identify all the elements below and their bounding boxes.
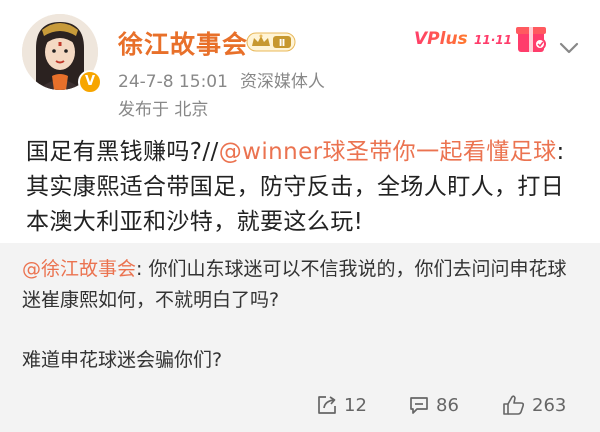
chevron-down-icon (559, 42, 579, 54)
comment-button[interactable]: 86 (408, 392, 459, 418)
reposted-line-2: 难道申花球迷会骗你们? (22, 349, 223, 371)
user-tag: 资深媒体人 (239, 72, 325, 92)
comment-count: 86 (436, 394, 459, 416)
post-header: V 徐江故事会 Ⅱ 24-7-8 15:01 资深媒体人 发布于 北京 VPlus… (0, 0, 600, 125)
level-text: Ⅱ (279, 38, 286, 49)
post-content: 国足有黑钱赚吗?//@winner球圣带你一起看懂足球:其实康熙适合带国足，防守… (26, 135, 586, 240)
vplus-logo-icon: VPlus 11·11 (414, 27, 546, 52)
like-count: 263 (532, 394, 567, 416)
thumbs-up-icon (503, 395, 525, 415)
reposted-line-1: @徐江故事会: 你们山东球迷可以不信我说的，你们去问问申花球迷崔康熙如何，不就明… (22, 254, 582, 316)
repost-count: 12 (344, 394, 367, 416)
crown-icon: Ⅱ (246, 32, 296, 52)
username[interactable]: 徐江故事会 (118, 25, 248, 61)
reposted-content: @徐江故事会: 你们山东球迷可以不信我说的，你们去问问申花球迷崔康熙如何，不就明… (22, 254, 582, 376)
level-badge: Ⅱ (246, 31, 296, 53)
vplus-promo-badge[interactable]: VPlus 11·11 (412, 20, 552, 56)
comment-icon (410, 397, 428, 414)
post-location: 发布于 北京 (118, 100, 209, 120)
share-icon (318, 396, 336, 414)
post-text-before: 国足有黑钱赚吗?// (26, 139, 219, 165)
verified-badge: V (78, 70, 102, 94)
repost-mention-link[interactable]: @徐江故事会 (22, 258, 136, 280)
post-time: 24-7-8 15:01 (118, 72, 228, 92)
repost-button[interactable]: 12 (316, 392, 367, 418)
post-meta: 24-7-8 15:01 资深媒体人 (118, 67, 325, 92)
more-options-button[interactable] (554, 36, 584, 60)
vplus-sub: 11·11 (474, 33, 512, 47)
vplus-label: VPlus (414, 29, 468, 49)
like-button[interactable]: 263 (502, 392, 566, 418)
post-mention-link[interactable]: @winner球圣带你一起看懂足球 (219, 139, 557, 165)
